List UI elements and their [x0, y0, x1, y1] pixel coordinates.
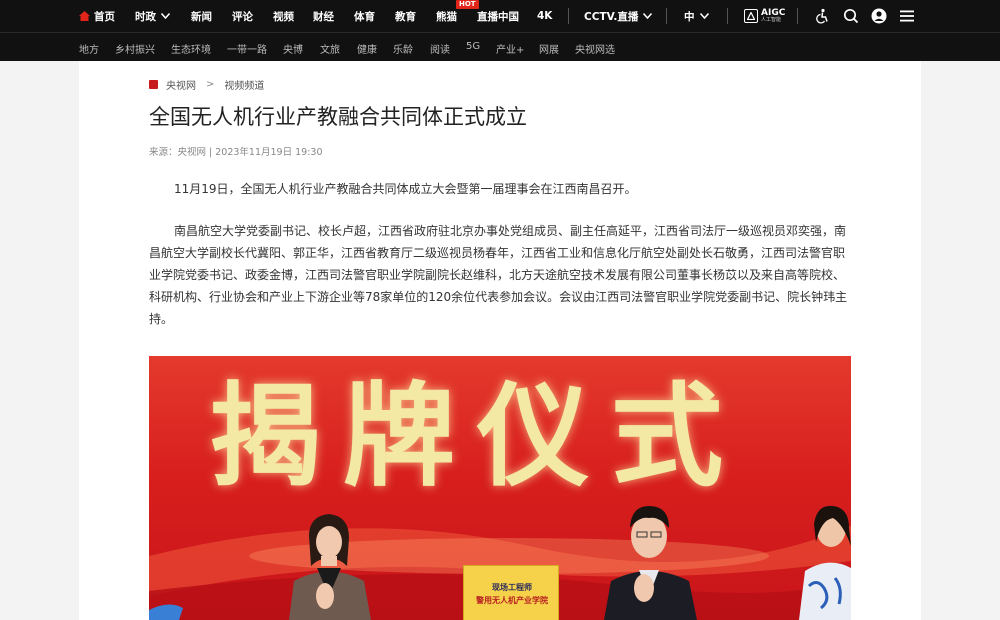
nav-item-cctv-live[interactable]: CCTV.直播: [584, 0, 653, 32]
nav-item-label: CCTV.直播: [584, 10, 639, 23]
nav-item-finance[interactable]: 财经: [313, 0, 334, 32]
sub-nav: 地方 乡村振兴 生态环境 一带一路 央博 文旅 健康 乐龄 阅读 5G 产业+ …: [0, 32, 1000, 61]
cctv-logo-icon: [149, 80, 158, 89]
article-photo: 揭牌仪式 现场工程师 警用无人机产业学院: [149, 356, 851, 620]
aigc-link[interactable]: AIGC 人工智能: [744, 9, 785, 23]
nav-item-label: 新闻: [191, 10, 212, 23]
nav-divider: [666, 8, 667, 24]
unveiling-plaque: 现场工程师 警用无人机产业学院: [463, 565, 559, 620]
subnav-item-ecology[interactable]: 生态环境: [171, 41, 211, 56]
subnav-item-reading[interactable]: 阅读: [430, 41, 450, 56]
breadcrumb-separator: >: [206, 79, 215, 90]
aigc-icon: [744, 9, 758, 23]
breadcrumb-site[interactable]: 央视网: [166, 77, 196, 92]
nav-item-video[interactable]: 视频: [273, 0, 294, 32]
nav-item-label: 直播中国: [477, 10, 519, 23]
nav-item-education[interactable]: 教育: [395, 0, 416, 32]
user-icon[interactable]: [871, 8, 887, 24]
nav-item-label: 首页: [94, 10, 115, 23]
nav-item-label: 视频: [273, 10, 294, 23]
subnav-item-cctv-select[interactable]: 央视网选: [575, 41, 615, 56]
nav-item-panda[interactable]: 熊猫 HOT: [436, 0, 479, 32]
accessibility-icon[interactable]: [814, 8, 830, 24]
nav-item-label: 财经: [313, 10, 334, 23]
nav-item-label: 时政: [135, 10, 156, 23]
ceremony-banner: 揭牌仪式: [209, 372, 745, 502]
subnav-item-belt-road[interactable]: 一带一路: [227, 41, 267, 56]
nav-item-home[interactable]: 首页: [79, 0, 115, 32]
chevron-down-icon: [643, 13, 653, 19]
nav-item-label: 4K: [537, 10, 553, 22]
article-paragraph: 11月19日，全国无人机行业产教融合共同体成立大会暨第一届理事会在江西南昌召开。: [174, 182, 637, 196]
subnav-item-industry[interactable]: 产业+: [496, 41, 524, 56]
breadcrumb-section[interactable]: 视频频道: [224, 77, 264, 92]
subnav-item-rural[interactable]: 乡村振兴: [115, 41, 155, 56]
article-title: 全国无人机行业产教融合共同体正式成立: [149, 105, 527, 129]
aigc-sublabel: 人工智能: [761, 17, 782, 23]
nav-item-label: 评论: [232, 10, 253, 23]
nav-item-comment[interactable]: 评论: [232, 0, 253, 32]
nav-item-label: 教育: [395, 10, 416, 23]
top-nav: 首页 时政 新闻 评论 视频 财经 体育 教育 熊猫 HOT 直播中国 4K C…: [0, 0, 1000, 32]
language-label: 中: [684, 10, 695, 23]
nav-divider: [797, 8, 798, 24]
chevron-down-icon: [699, 13, 709, 19]
article-meta: 来源：央视网 | 2023年11月19日 19:30: [149, 147, 323, 158]
nav-item-live-china[interactable]: 直播中国: [477, 0, 519, 32]
hot-badge: HOT: [456, 0, 479, 9]
search-icon[interactable]: [843, 8, 859, 24]
subnav-item-exhibition[interactable]: 网展: [539, 41, 559, 56]
subnav-item-senior[interactable]: 乐龄: [393, 41, 413, 56]
breadcrumb: 央视网 > 视频频道: [149, 77, 264, 92]
plaque-line2: 警用无人机产业学院: [476, 596, 548, 605]
subnav-item-yangbo[interactable]: 央博: [283, 41, 303, 56]
article-paragraph: 南昌航空大学党委副书记、校长卢超，江西省政府驻北京办事处党组成员、副主任高延平，…: [149, 224, 848, 326]
menu-icon[interactable]: [899, 8, 915, 24]
plaque-line1: 现场工程师: [492, 583, 532, 592]
nav-divider: [568, 8, 569, 24]
home-icon: [79, 11, 90, 21]
subnav-item-health[interactable]: 健康: [357, 41, 377, 56]
nav-item-politics[interactable]: 时政: [135, 0, 170, 32]
nav-item-label: 体育: [354, 10, 375, 23]
nav-item-news[interactable]: 新闻: [191, 0, 212, 32]
nav-item-sports[interactable]: 体育: [354, 0, 375, 32]
subnav-item-5g[interactable]: 5G: [466, 41, 480, 52]
nav-item-4k[interactable]: 4K: [537, 0, 552, 32]
subnav-item-local[interactable]: 地方: [79, 41, 99, 56]
nav-item-label: 熊猫: [436, 10, 457, 23]
nav-divider: [727, 8, 728, 24]
article-container: 央视网 > 视频频道 全国无人机行业产教融合共同体正式成立 来源：央视网 | 2…: [79, 61, 921, 620]
language-select[interactable]: 中: [684, 0, 709, 32]
subnav-item-culture-travel[interactable]: 文旅: [320, 41, 340, 56]
chevron-down-icon: [161, 13, 170, 19]
